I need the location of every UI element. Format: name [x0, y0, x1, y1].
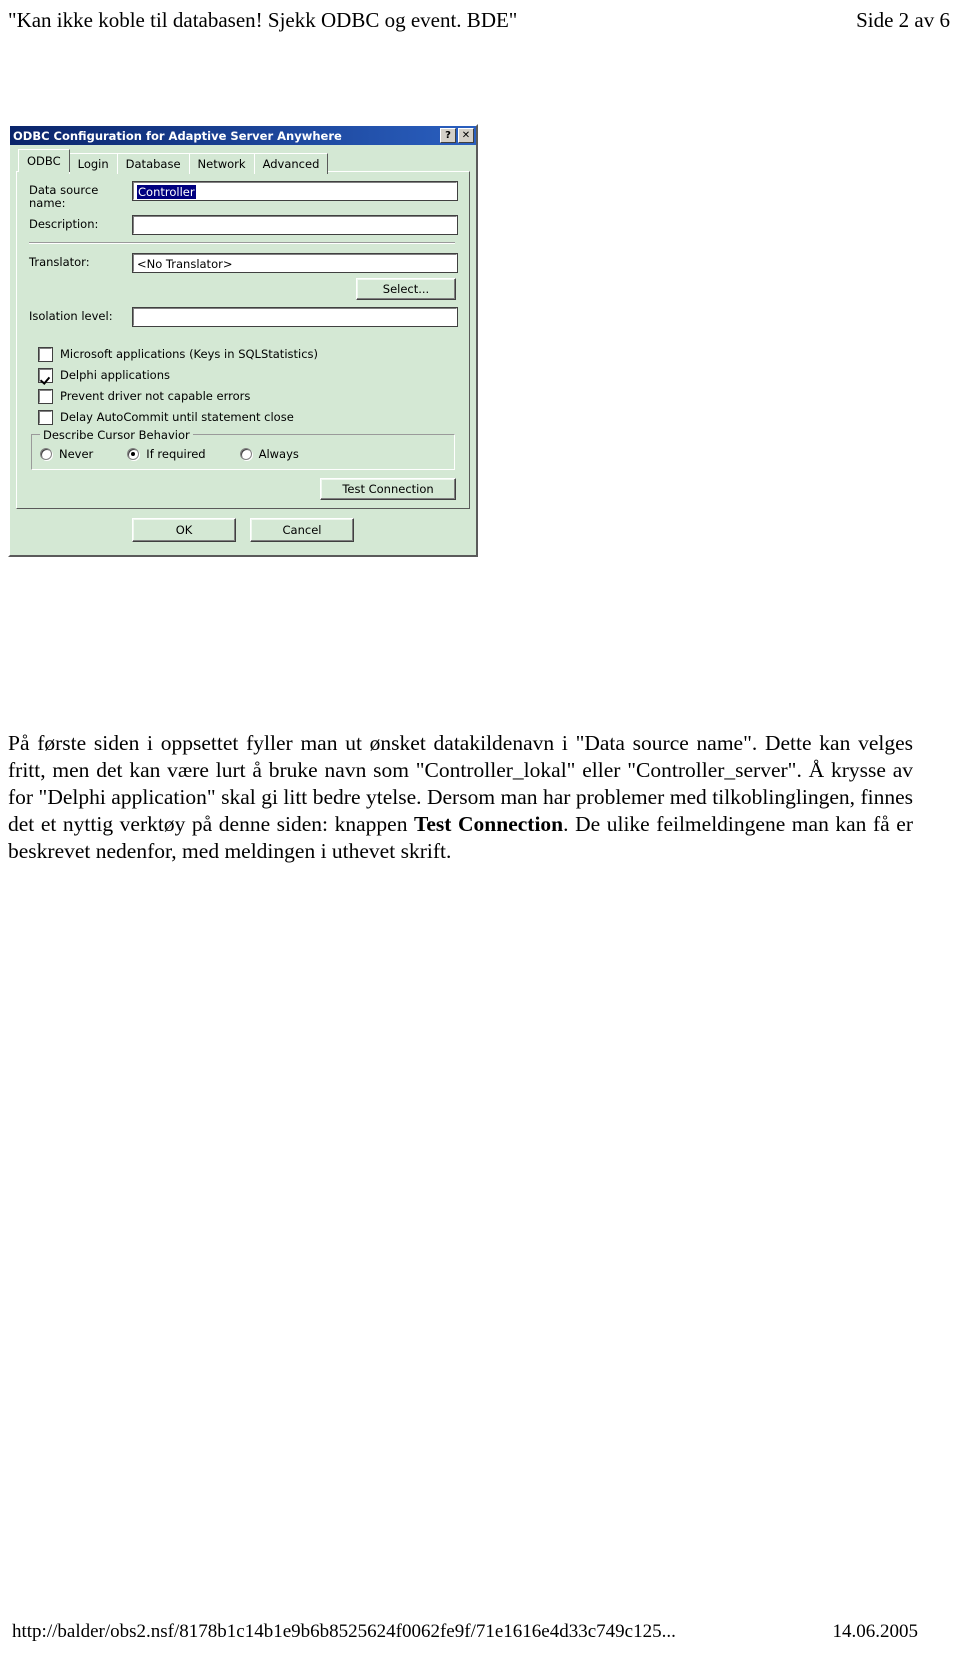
tab-network[interactable]: Network: [188, 153, 255, 174]
radio-item-never[interactable]: Never: [40, 447, 93, 461]
tab-database[interactable]: Database: [116, 153, 190, 174]
dialog-titlebar: ODBC Configuration for Adaptive Server A…: [10, 126, 476, 145]
checkbox-row-microsoft-applications[interactable]: Microsoft applications (Keys in SQLStati…: [38, 346, 457, 362]
data-source-name-input[interactable]: Controller: [132, 181, 458, 201]
translator-row: Translator: <No Translator>: [29, 253, 458, 273]
test-connection-row: Test Connection: [29, 478, 457, 500]
checkbox-row-prevent-driver-errors[interactable]: Prevent driver not capable errors: [38, 388, 457, 404]
translator-value: <No Translator>: [137, 257, 233, 271]
header-page-number: Side 2 av 6: [856, 8, 950, 32]
close-icon[interactable]: ✕: [458, 128, 474, 143]
radio-never[interactable]: [40, 448, 52, 460]
describe-cursor-behavior-group: Describe Cursor Behavior Never If requir…: [31, 428, 455, 470]
tab-panel-odbc: Data source name: Controller Description…: [16, 171, 470, 509]
checkbox-label-prevent-driver-errors: Prevent driver not capable errors: [60, 389, 251, 403]
tab-odbc[interactable]: ODBC: [18, 149, 70, 172]
data-source-name-row: Data source name: Controller: [29, 181, 458, 210]
page-footer: http://balder/obs2.nsf/8178b1c14b1e9b6b8…: [12, 1621, 948, 1643]
cancel-button[interactable]: Cancel: [250, 518, 354, 542]
page-header: "Kan ikke koble til databasen! Sjekk ODB…: [8, 8, 950, 33]
checkbox-delphi-applications[interactable]: [38, 367, 53, 383]
test-connection-button[interactable]: Test Connection: [320, 478, 456, 500]
body-paragraph: På første siden i oppsettet fyller man u…: [8, 730, 913, 865]
checkbox-label-microsoft-applications: Microsoft applications (Keys in SQLStati…: [60, 347, 319, 361]
isolation-level-label: Isolation level:: [29, 309, 113, 323]
radio-label-never: Never: [59, 447, 94, 461]
checkbox-microsoft-applications[interactable]: [38, 346, 53, 362]
tabstrip: ODBC Login Database Network Advanced: [18, 149, 470, 174]
tab-advanced[interactable]: Advanced: [253, 153, 329, 174]
cursor-behavior-radio-row: Never If required Always: [40, 447, 446, 461]
dialog-footer: OK Cancel: [16, 509, 470, 547]
description-row: Description:: [29, 215, 458, 235]
ok-button[interactable]: OK: [132, 518, 236, 542]
radio-if-required[interactable]: [127, 448, 140, 460]
checkbox-row-delay-autocommit[interactable]: Delay AutoCommit until statement close: [38, 409, 457, 425]
isolation-level-input[interactable]: [132, 307, 458, 327]
select-button[interactable]: Select...: [356, 278, 456, 300]
tab-login[interactable]: Login: [68, 153, 118, 174]
help-icon[interactable]: ?: [440, 128, 456, 143]
description-label: Description:: [29, 217, 99, 231]
radio-label-if-required: If required: [146, 447, 206, 461]
dialog-body: ODBC Login Database Network Advanced Dat…: [10, 145, 476, 555]
translator-label: Translator:: [29, 255, 90, 269]
header-title-left: "Kan ikke koble til databasen! Sjekk ODB…: [8, 8, 518, 32]
dialog-title: ODBC Configuration for Adaptive Server A…: [13, 128, 342, 143]
select-button-row: Select...: [29, 278, 457, 300]
checkbox-label-delphi-applications: Delphi applications: [60, 368, 170, 382]
radio-item-always[interactable]: Always: [239, 447, 299, 461]
translator-input[interactable]: <No Translator>: [132, 253, 458, 273]
isolation-level-row: Isolation level:: [29, 307, 458, 327]
footer-url: http://balder/obs2.nsf/8178b1c14b1e9b6b8…: [12, 1621, 676, 1642]
data-source-name-label: Data source name:: [29, 183, 99, 210]
checkbox-prevent-driver-errors[interactable]: [38, 388, 53, 404]
footer-date: 14.06.2005: [832, 1621, 919, 1642]
data-source-name-value: Controller: [137, 185, 196, 199]
describe-cursor-behavior-title: Describe Cursor Behavior: [40, 428, 193, 442]
radio-always[interactable]: [239, 448, 252, 460]
description-input[interactable]: [132, 215, 458, 235]
body-text-bold: Test Connection: [414, 812, 564, 836]
radio-label-always: Always: [258, 447, 299, 461]
odbc-configuration-dialog: ODBC Configuration for Adaptive Server A…: [8, 124, 478, 557]
titlebar-buttons: ? ✕: [440, 128, 474, 143]
checkbox-row-delphi-applications[interactable]: Delphi applications: [38, 367, 457, 383]
radio-item-if-required[interactable]: If required: [127, 447, 206, 461]
checkbox-label-delay-autocommit: Delay AutoCommit until statement close: [60, 410, 294, 424]
checkbox-delay-autocommit[interactable]: [38, 409, 53, 425]
divider: [29, 242, 455, 244]
